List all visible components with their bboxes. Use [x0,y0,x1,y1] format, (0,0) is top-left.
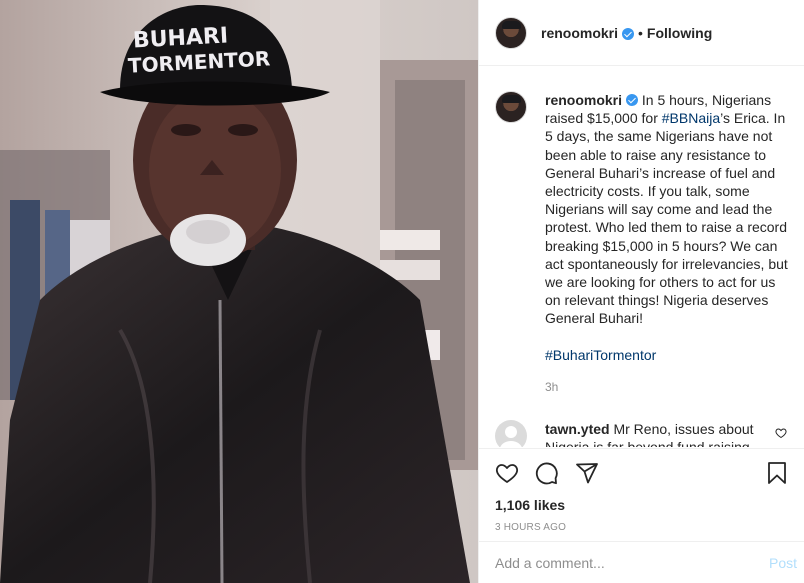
add-comment-input[interactable] [495,554,769,571]
author-avatar[interactable] [495,16,527,49]
verified-badge-icon [622,27,635,40]
commenter-avatar[interactable] [495,420,527,447]
post-sidebar: renoomokri • Following renoomokri In 5 h… [478,0,804,583]
post-actions: 1,106 likes 3 HOURS AGO [479,448,804,533]
caption-username[interactable]: renoomokri [545,92,622,108]
share-icon[interactable] [575,461,599,485]
caption-time-ago[interactable]: 3h [545,378,789,396]
post-header: renoomokri • Following [479,0,804,66]
post-photo-illustration: BUHARI TORMENTOR [0,0,478,583]
commenter-username[interactable]: tawn.yted [545,421,610,437]
verified-badge-icon [626,94,639,106]
caption-author-avatar[interactable] [495,91,527,123]
following-button[interactable]: Following [647,25,712,41]
add-comment-bar: Post [479,541,804,583]
caption-text-2: ’s Erica. In 5 days, the same Nigerians … [545,110,788,327]
separator-dot: • [638,24,643,41]
post-comment-button[interactable]: Post [769,555,797,571]
hashtag-link-bbnaija[interactable]: #BBNaija [662,110,720,126]
post-timestamp[interactable]: 3 HOURS AGO [495,522,789,533]
hashtag-link-buharitormentor[interactable]: #BuhariTormentor [545,347,656,363]
likes-count[interactable]: 1,106 likes [495,497,789,513]
comment-icon[interactable] [535,461,559,485]
comment-like-heart-icon[interactable] [775,426,787,444]
caption: renoomokri In 5 hours, Nigerians raised … [495,91,789,396]
heart-icon[interactable] [495,461,519,485]
author-username[interactable]: renoomokri [541,25,618,41]
comments-panel[interactable]: renoomokri In 5 hours, Nigerians raised … [479,67,804,447]
post-photo[interactable]: BUHARI TORMENTOR [0,0,478,583]
comment-item: tawn.yted Mr Reno, issues about Nigeria … [495,420,789,447]
bookmark-icon[interactable] [765,461,789,485]
